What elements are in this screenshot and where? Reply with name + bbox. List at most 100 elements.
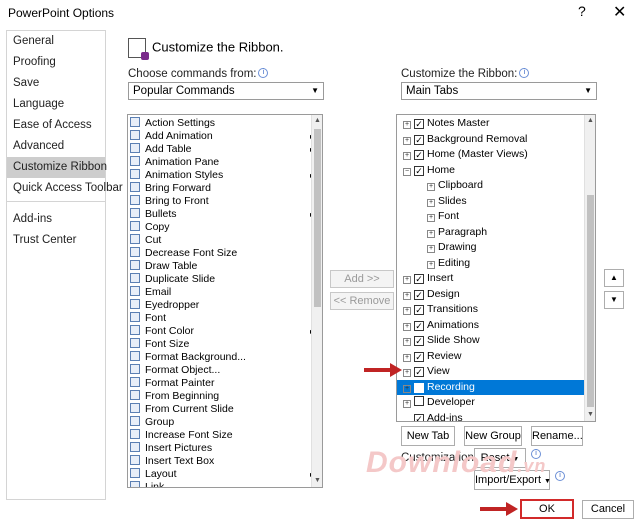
tab-checkbox[interactable]: ✓ bbox=[414, 320, 424, 331]
expand-icon[interactable]: + bbox=[403, 400, 411, 408]
expand-icon[interactable]: + bbox=[403, 322, 411, 331]
scroll-down-icon[interactable]: ▼ bbox=[585, 409, 595, 421]
command-item[interactable]: Email bbox=[128, 286, 322, 299]
expand-icon[interactable]: + bbox=[403, 291, 411, 300]
tab-checkbox[interactable]: ✓ bbox=[414, 351, 424, 362]
expand-icon[interactable]: + bbox=[403, 369, 411, 377]
info-icon[interactable]: i bbox=[555, 471, 565, 481]
command-item[interactable]: Format Painter bbox=[128, 377, 322, 390]
command-item[interactable]: Layout▸ bbox=[128, 468, 322, 481]
expand-icon[interactable]: + bbox=[427, 229, 435, 238]
remove-button[interactable]: << Remove bbox=[330, 292, 394, 310]
commands-scrollbar[interactable]: ▲ ▼ bbox=[311, 115, 322, 487]
command-item[interactable]: Format Object... bbox=[128, 364, 322, 377]
new-group-button[interactable]: New Group bbox=[464, 426, 522, 446]
nav-item[interactable]: Advanced bbox=[7, 136, 105, 157]
tab-checkbox[interactable]: ✓ bbox=[414, 274, 424, 284]
customize-ribbon-dropdown[interactable]: Main Tabs ▼ bbox=[401, 82, 597, 100]
command-item[interactable]: Bullets▸ bbox=[128, 208, 322, 221]
scroll-thumb[interactable] bbox=[314, 129, 321, 307]
command-item[interactable]: Increase Font Size bbox=[128, 429, 322, 442]
expand-icon[interactable]: + bbox=[403, 121, 411, 129]
rename-button[interactable]: Rename... bbox=[531, 426, 583, 446]
new-tab-button[interactable]: New Tab bbox=[401, 426, 455, 446]
command-item[interactable]: Decrease Font Size bbox=[128, 247, 322, 260]
command-item[interactable]: Insert Text Box bbox=[128, 455, 322, 468]
command-item[interactable]: Bring to Front bbox=[128, 195, 322, 208]
ribbon-tab-item[interactable]: + ✓ Transitions bbox=[397, 302, 595, 318]
info-icon[interactable]: i bbox=[519, 68, 530, 78]
nav-item[interactable]: General bbox=[7, 31, 105, 52]
tab-checkbox[interactable]: ✓ bbox=[414, 134, 424, 145]
expand-icon[interactable]: + bbox=[403, 136, 411, 145]
ribbon-tab-item[interactable]: + ✓ Design bbox=[397, 287, 595, 303]
ribbon-group-item[interactable]: + Font bbox=[397, 209, 595, 225]
scroll-down-icon[interactable]: ▼ bbox=[312, 475, 322, 487]
ribbon-tab-item[interactable]: + ✓ Home (Master Views) bbox=[397, 147, 595, 163]
expand-icon[interactable]: + bbox=[403, 276, 411, 284]
command-item[interactable]: Link bbox=[128, 481, 322, 487]
ribbon-tab-item[interactable]: + ✓ Notes Master bbox=[397, 116, 595, 132]
command-item[interactable]: Eyedropper bbox=[128, 299, 322, 312]
ribbon-group-item[interactable]: + Drawing bbox=[397, 240, 595, 256]
command-item[interactable]: Action Settings bbox=[128, 117, 322, 130]
ribbon-tab-item[interactable]: + ✓ View bbox=[397, 364, 595, 380]
command-item[interactable]: From Beginning bbox=[128, 390, 322, 403]
move-down-button[interactable]: ▼ bbox=[604, 291, 624, 309]
expand-icon[interactable]: + bbox=[403, 338, 411, 346]
nav-item[interactable]: Trust Center bbox=[7, 230, 105, 251]
expand-icon[interactable]: + bbox=[403, 353, 411, 362]
ribbon-group-item[interactable]: + Slides bbox=[397, 194, 595, 210]
command-item[interactable]: Format Background... bbox=[128, 351, 322, 364]
nav-item[interactable]: Language bbox=[7, 94, 105, 115]
info-icon[interactable]: i bbox=[258, 68, 269, 78]
ribbon-tab-item[interactable]: − ✓ Home bbox=[397, 163, 595, 179]
command-item[interactable]: Font Color▸ bbox=[128, 325, 322, 338]
command-item[interactable]: Font Size bbox=[128, 338, 322, 351]
ribbon-tabs-tree[interactable]: + ✓ Notes Master + ✓ Background Removal + ✓ Home… bbox=[396, 114, 596, 422]
command-item[interactable]: Add Animation▸ bbox=[128, 130, 322, 143]
command-item[interactable]: From Current Slide bbox=[128, 403, 322, 416]
choose-commands-dropdown[interactable]: Popular Commands ▼ bbox=[128, 82, 324, 100]
cancel-button[interactable]: Cancel bbox=[582, 500, 634, 519]
command-item[interactable]: Animation Styles▸ bbox=[128, 169, 322, 182]
scroll-up-icon[interactable]: ▲ bbox=[585, 115, 595, 127]
tabs-scrollbar[interactable]: ▲ ▼ bbox=[584, 115, 595, 421]
tab-checkbox[interactable]: ✓ bbox=[414, 305, 424, 315]
command-item[interactable]: Add Table▸ bbox=[128, 143, 322, 156]
ribbon-tab-item[interactable]: ✓ Add-ins bbox=[397, 411, 595, 421]
command-item[interactable]: Draw Table bbox=[128, 260, 322, 273]
command-item[interactable]: Duplicate Slide bbox=[128, 273, 322, 286]
tab-checkbox[interactable] bbox=[414, 396, 424, 406]
scroll-up-icon[interactable]: ▲ bbox=[312, 115, 322, 127]
tab-checkbox[interactable]: ✓ bbox=[414, 150, 424, 160]
add-button[interactable]: Add >> bbox=[330, 270, 394, 288]
ribbon-tab-item[interactable]: + ✓ Recording bbox=[397, 379, 595, 395]
ribbon-tab-item[interactable]: + Developer bbox=[397, 395, 595, 411]
nav-item[interactable]: Add-ins bbox=[7, 209, 105, 230]
ribbon-group-item[interactable]: + Clipboard bbox=[397, 178, 595, 194]
ribbon-tab-item[interactable]: + ✓ Review bbox=[397, 349, 595, 365]
tab-checkbox[interactable]: ✓ bbox=[414, 413, 424, 421]
tab-checkbox[interactable]: ✓ bbox=[414, 367, 424, 377]
nav-item[interactable]: Proofing bbox=[7, 52, 105, 73]
ribbon-tab-item[interactable]: + ✓ Animations bbox=[397, 318, 595, 334]
nav-item[interactable]: Ease of Access bbox=[7, 115, 105, 136]
expand-icon[interactable]: + bbox=[427, 183, 435, 191]
command-item[interactable]: Cut bbox=[128, 234, 322, 247]
tab-checkbox[interactable]: ✓ bbox=[414, 119, 424, 129]
ribbon-group-item[interactable]: + Editing bbox=[397, 256, 595, 272]
ribbon-group-item[interactable]: + Paragraph bbox=[397, 225, 595, 241]
ribbon-tab-item[interactable]: + ✓ Slide Show bbox=[397, 333, 595, 349]
ribbon-tab-item[interactable]: + ✓ Insert bbox=[397, 271, 595, 287]
commands-list[interactable]: Action SettingsAdd Animation▸Add Table▸ A… bbox=[127, 114, 323, 488]
collapse-icon[interactable]: − bbox=[403, 167, 411, 176]
command-item[interactable]: Font bbox=[128, 312, 322, 325]
expand-icon[interactable]: + bbox=[427, 214, 435, 222]
nav-item[interactable]: Save bbox=[7, 73, 105, 94]
tab-checkbox[interactable]: ✓ bbox=[414, 165, 424, 176]
expand-icon[interactable]: + bbox=[403, 152, 411, 160]
ribbon-tab-item[interactable]: + ✓ Background Removal bbox=[397, 132, 595, 148]
expand-icon[interactable]: + bbox=[403, 384, 411, 393]
nav-item[interactable]: Quick Access Toolbar bbox=[7, 178, 123, 199]
